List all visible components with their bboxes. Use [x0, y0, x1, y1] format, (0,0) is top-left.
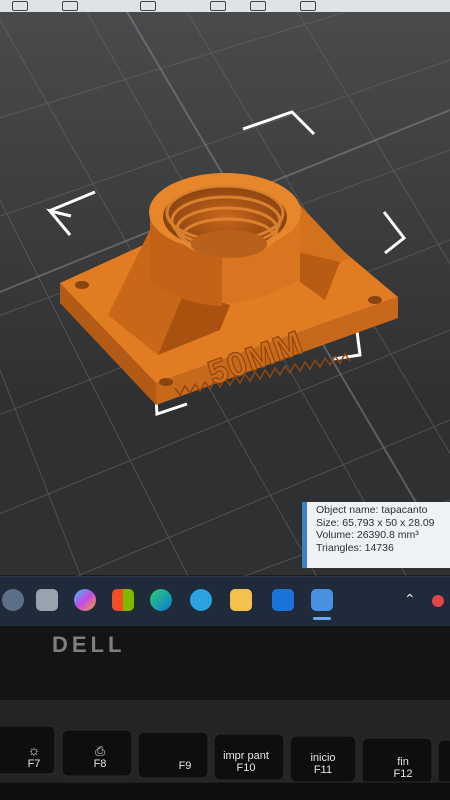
object-size-line: Size: 65.793 x 50 x 28.09	[316, 516, 435, 529]
shield-icon[interactable]	[2, 589, 24, 611]
copilot-icon[interactable]	[74, 589, 96, 611]
toolbar-icon[interactable]	[300, 1, 316, 11]
toolbar-icon[interactable]	[210, 1, 226, 11]
toolbar-icon[interactable]	[12, 1, 28, 11]
key-f11: inicio F11	[310, 752, 336, 776]
outlook-icon[interactable]	[272, 589, 294, 611]
network-icon[interactable]	[432, 595, 444, 607]
chevron-up-icon[interactable]: ⌃	[404, 591, 416, 608]
widgets-icon[interactable]	[36, 589, 58, 611]
3d-viewport[interactable]: 50MM DELL	[0, 0, 450, 800]
store-icon[interactable]	[112, 589, 134, 611]
toolbar-icon[interactable]	[250, 1, 266, 11]
toolbar-icon[interactable]	[140, 1, 156, 11]
3d-viewer-icon[interactable]	[311, 589, 333, 611]
object-triangles-line: Triangles: 14736	[316, 541, 394, 554]
object-info-panel: Object name: tapacanto Size: 65.793 x 50…	[302, 502, 450, 568]
edge-icon[interactable]	[150, 589, 172, 611]
key-f10: impr pant F10	[223, 750, 269, 774]
key-f12: fin F12	[393, 756, 413, 780]
windows-taskbar: ⌃	[0, 576, 450, 626]
key-f9: F9	[178, 760, 192, 772]
object-volume-line: Volume: 26390.8 mm³	[316, 529, 419, 541]
active-app-indicator	[313, 617, 331, 620]
toolbar-icon[interactable]	[62, 1, 78, 11]
key-f7: ☼ F7	[27, 742, 41, 770]
object-name-line: Object name: tapacanto	[316, 504, 428, 516]
app-toolbar-strip	[0, 0, 450, 12]
key-f8: ⎙ F8	[93, 744, 107, 770]
telegram-icon[interactable]	[190, 589, 212, 611]
file-explorer-icon[interactable]	[230, 589, 252, 611]
dell-logo: DELL	[52, 632, 125, 657]
